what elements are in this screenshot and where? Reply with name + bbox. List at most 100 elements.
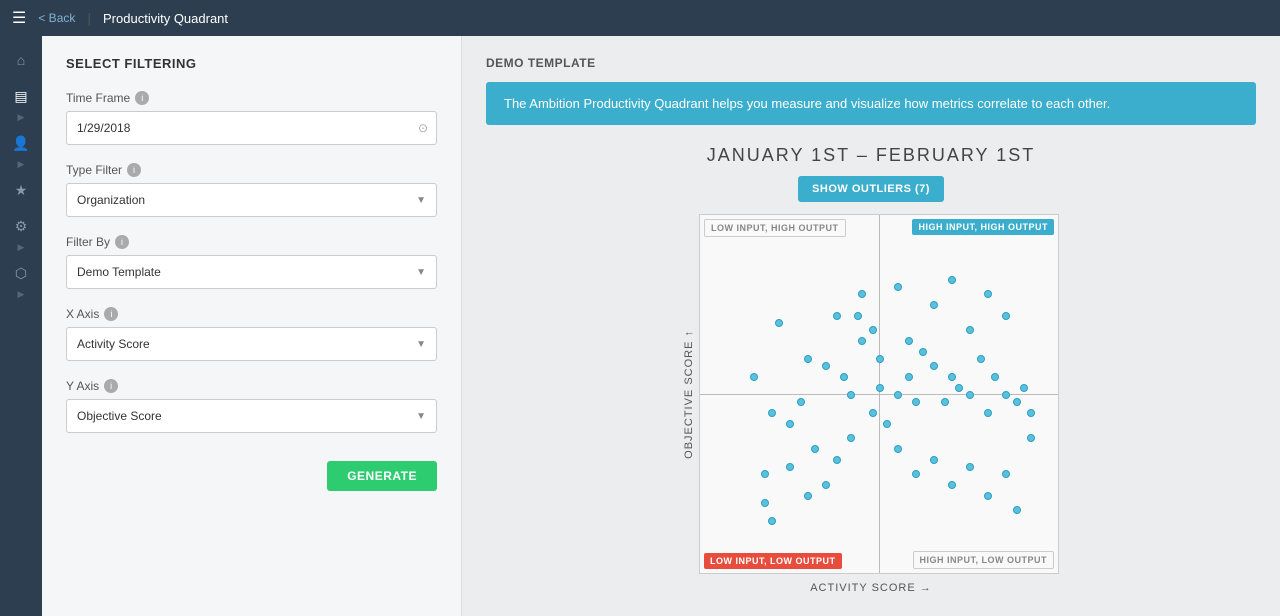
home-icon[interactable]: ⌂ bbox=[2, 44, 40, 76]
scatter-dot[interactable] bbox=[1020, 384, 1028, 392]
scatter-dot[interactable] bbox=[984, 492, 992, 500]
scatter-dot[interactable] bbox=[948, 373, 956, 381]
type-filter-value: Organization bbox=[77, 193, 145, 207]
scatter-dot[interactable] bbox=[883, 420, 891, 428]
type-filter-select[interactable]: Organization ▼ bbox=[66, 183, 437, 217]
time-frame-input[interactable] bbox=[77, 121, 426, 135]
main-layout: ⌂ ▤ ▶ 👤 ▶ ★ ⚙ ▶ ⬡ ▶ Select Filtering Tim… bbox=[0, 36, 1280, 616]
scatter-dot[interactable] bbox=[797, 398, 805, 406]
scatter-dot[interactable] bbox=[768, 517, 776, 525]
scatter-dot[interactable] bbox=[811, 445, 819, 453]
scatter-dot[interactable] bbox=[761, 499, 769, 507]
x-axis-chevron: ▼ bbox=[416, 339, 426, 350]
settings-icon[interactable]: ⚙ bbox=[2, 210, 40, 242]
scatter-dot[interactable] bbox=[1002, 391, 1010, 399]
scatter-dot[interactable] bbox=[876, 355, 884, 363]
scatter-dot[interactable] bbox=[786, 420, 794, 428]
chart-icon[interactable]: ▤ bbox=[2, 80, 40, 112]
scatter-dot[interactable] bbox=[847, 391, 855, 399]
people-chevron[interactable]: ▶ bbox=[18, 159, 25, 170]
scatter-dot[interactable] bbox=[905, 373, 913, 381]
outliers-button[interactable]: Show Outliers (7) bbox=[798, 176, 944, 202]
x-axis-chart-label: Activity Score → bbox=[810, 582, 932, 594]
x-axis-label: X Axis i bbox=[66, 307, 437, 321]
scatter-dot[interactable] bbox=[786, 463, 794, 471]
connect-icon[interactable]: ⬡ bbox=[2, 257, 40, 289]
settings-chevron[interactable]: ▶ bbox=[18, 242, 25, 253]
y-axis-group: Y Axis i Objective Score ▼ bbox=[66, 379, 437, 433]
y-axis-select[interactable]: Objective Score ▼ bbox=[66, 399, 437, 433]
scatter-dot[interactable] bbox=[984, 290, 992, 298]
scatter-dot[interactable] bbox=[869, 326, 877, 334]
scatter-dot[interactable] bbox=[912, 470, 920, 478]
connect-chevron[interactable]: ▶ bbox=[18, 289, 25, 300]
scatter-dot[interactable] bbox=[804, 355, 812, 363]
scatter-plot: Low Input, High Output High Input, High … bbox=[699, 214, 1059, 574]
scatter-dot[interactable] bbox=[984, 409, 992, 417]
scatter-dot[interactable] bbox=[847, 434, 855, 442]
x-axis-select[interactable]: Activity Score ▼ bbox=[66, 327, 437, 361]
calendar-icon[interactable]: ⊙ bbox=[418, 121, 428, 135]
type-filter-info-icon[interactable]: i bbox=[127, 163, 141, 177]
time-frame-input-wrapper[interactable]: ⊙ bbox=[66, 111, 437, 145]
scatter-dot[interactable] bbox=[1027, 409, 1035, 417]
scatter-dot[interactable] bbox=[930, 456, 938, 464]
scatter-dot[interactable] bbox=[768, 409, 776, 417]
scatter-dot[interactable] bbox=[894, 445, 902, 453]
type-filter-label: Type Filter i bbox=[66, 163, 437, 177]
scatter-dot[interactable] bbox=[977, 355, 985, 363]
scatter-dot[interactable] bbox=[1013, 398, 1021, 406]
scatter-dot[interactable] bbox=[833, 456, 841, 464]
scatter-dot[interactable] bbox=[858, 337, 866, 345]
y-axis-info-icon[interactable]: i bbox=[104, 379, 118, 393]
scatter-dot[interactable] bbox=[912, 398, 920, 406]
scatter-dot[interactable] bbox=[1013, 506, 1021, 514]
chart-chevron[interactable]: ▶ bbox=[18, 112, 25, 123]
scatter-dot[interactable] bbox=[854, 312, 862, 320]
back-button[interactable]: < Back bbox=[38, 11, 75, 25]
scatter-dot[interactable] bbox=[941, 398, 949, 406]
scatter-dot[interactable] bbox=[775, 319, 783, 327]
filter-by-select[interactable]: Demo Template ▼ bbox=[66, 255, 437, 289]
generate-button[interactable]: Generate bbox=[327, 461, 437, 491]
hamburger-icon[interactable]: ☰ bbox=[12, 8, 26, 28]
scatter-dot[interactable] bbox=[869, 409, 877, 417]
scatter-dot[interactable] bbox=[833, 312, 841, 320]
scatter-dot[interactable] bbox=[761, 470, 769, 478]
scatter-dot[interactable] bbox=[858, 290, 866, 298]
scatter-dot[interactable] bbox=[750, 373, 758, 381]
scatter-dot[interactable] bbox=[991, 373, 999, 381]
y-axis-chart-label: Objective Score ↑ bbox=[683, 330, 695, 459]
scatter-dot[interactable] bbox=[948, 481, 956, 489]
page-title: Productivity Quadrant bbox=[103, 11, 228, 26]
star-icon[interactable]: ★ bbox=[2, 174, 40, 206]
people-icon[interactable]: 👤 bbox=[2, 127, 40, 159]
scatter-dot[interactable] bbox=[804, 492, 812, 500]
time-frame-info-icon[interactable]: i bbox=[135, 91, 149, 105]
scatter-dot[interactable] bbox=[966, 463, 974, 471]
scatter-dot[interactable] bbox=[966, 326, 974, 334]
scatter-dot[interactable] bbox=[1027, 434, 1035, 442]
filter-by-value: Demo Template bbox=[77, 265, 161, 279]
scatter-dot[interactable] bbox=[822, 362, 830, 370]
scatter-dot[interactable] bbox=[930, 362, 938, 370]
x-axis-info-icon[interactable]: i bbox=[104, 307, 118, 321]
scatter-dot[interactable] bbox=[930, 301, 938, 309]
sidebar-group-home: ⌂ bbox=[0, 44, 42, 76]
scatter-dot[interactable] bbox=[905, 337, 913, 345]
scatter-dot[interactable] bbox=[876, 384, 884, 392]
scatter-dot[interactable] bbox=[919, 348, 927, 356]
x-axis-value: Activity Score bbox=[77, 337, 150, 351]
scatter-dot[interactable] bbox=[1002, 470, 1010, 478]
time-frame-label: Time Frame i bbox=[66, 91, 437, 105]
scatter-dot[interactable] bbox=[822, 481, 830, 489]
scatter-dot[interactable] bbox=[1002, 312, 1010, 320]
scatter-dot[interactable] bbox=[948, 276, 956, 284]
scatter-dot[interactable] bbox=[966, 391, 974, 399]
scatter-dot[interactable] bbox=[840, 373, 848, 381]
scatter-dot[interactable] bbox=[894, 283, 902, 291]
quadrant-top-left: Low Input, High Output bbox=[704, 219, 846, 237]
scatter-dot[interactable] bbox=[955, 384, 963, 392]
scatter-dot[interactable] bbox=[894, 391, 902, 399]
filter-by-info-icon[interactable]: i bbox=[115, 235, 129, 249]
